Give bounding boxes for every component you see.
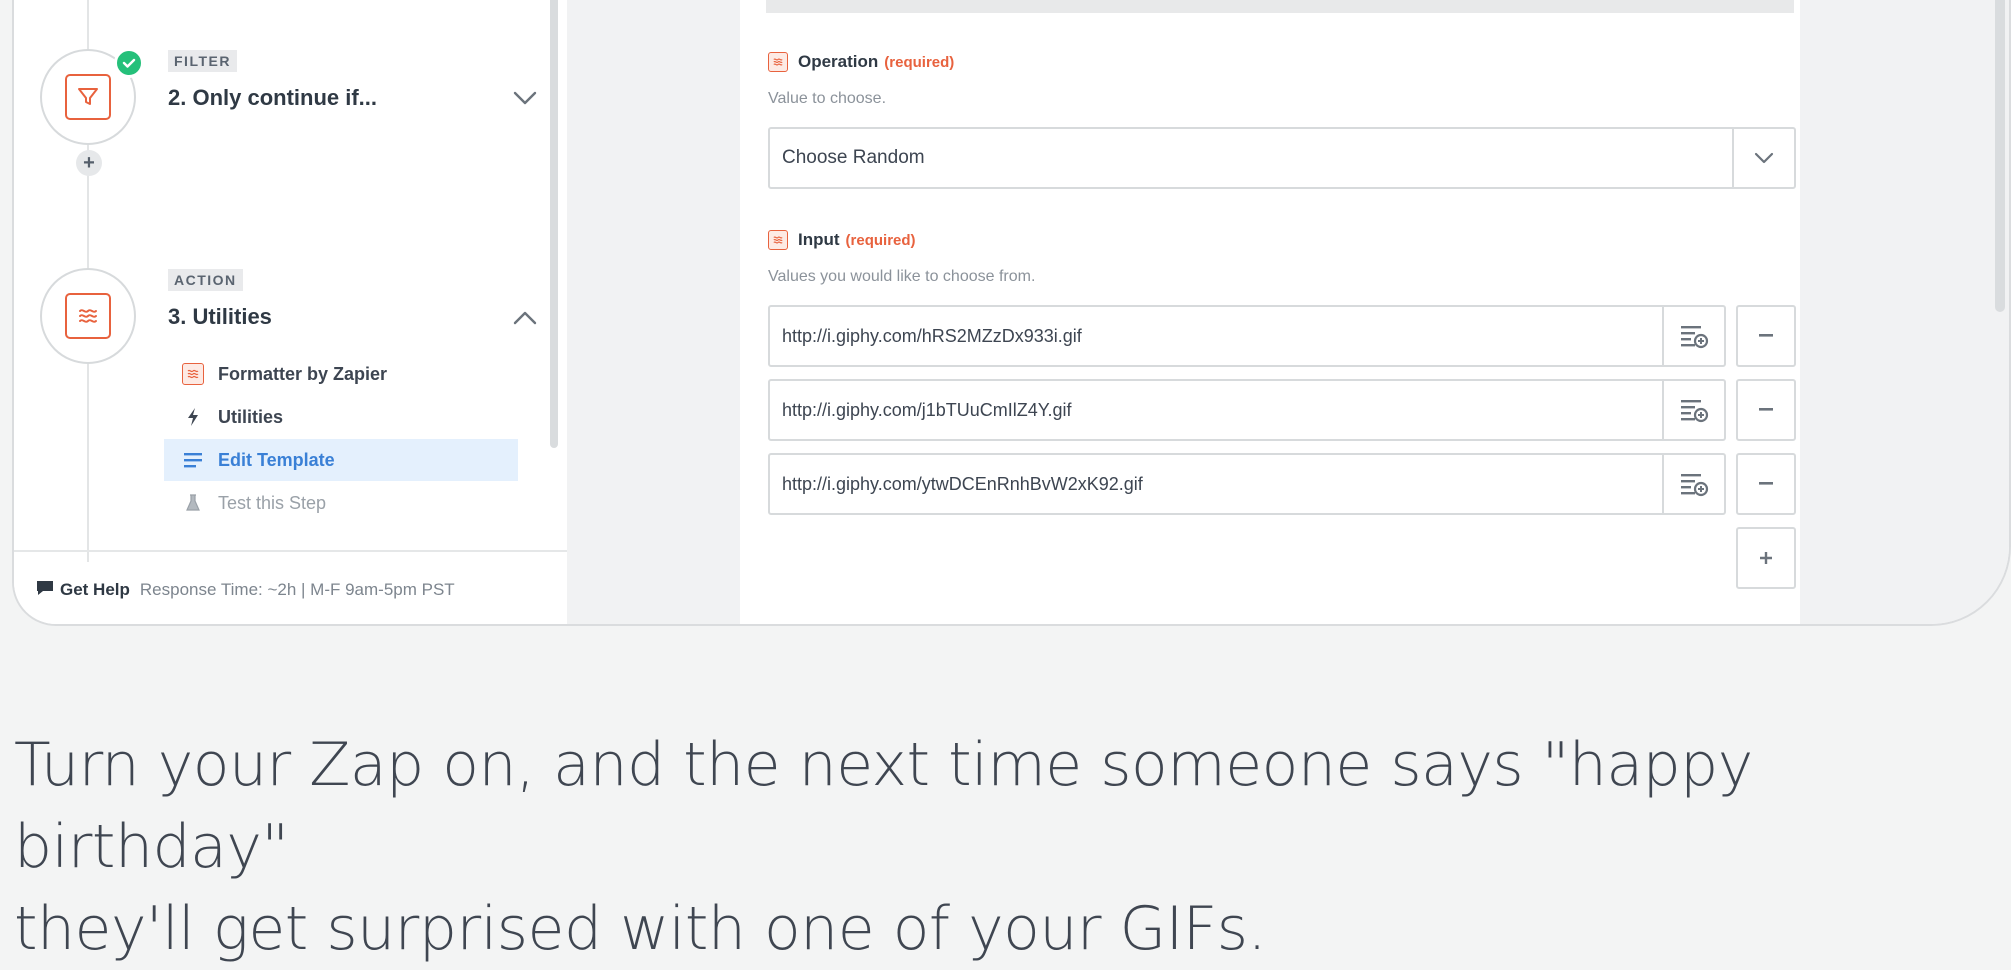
- insert-field-icon[interactable]: [1662, 381, 1724, 439]
- field-label-text: Operation: [798, 52, 879, 71]
- completed-check-icon: [114, 48, 144, 78]
- step-type-tag: ACTION: [168, 269, 243, 291]
- insert-field-icon[interactable]: [1662, 307, 1724, 365]
- sub-item-label: Edit Template: [218, 449, 335, 470]
- sub-item-test-step[interactable]: Test this Step: [164, 482, 518, 524]
- operation-label: Operation (required): [768, 52, 954, 72]
- filter-icon: [65, 74, 111, 120]
- input-value-text: http://i.giphy.com/ytwDCEnRnhBvW2xK92.gi…: [782, 473, 1143, 494]
- input-value-row: http://i.giphy.com/j1bTUuCmIlZ4Y.gif: [768, 379, 1796, 441]
- operation-select[interactable]: Choose Random: [768, 127, 1796, 189]
- remove-value-button[interactable]: [1736, 453, 1796, 515]
- insert-field-icon[interactable]: [1662, 455, 1724, 513]
- input-value-text: http://i.giphy.com/j1bTUuCmIlZ4Y.gif: [782, 399, 1072, 420]
- remove-value-button[interactable]: [1736, 305, 1796, 367]
- previous-field-strip: [766, 0, 1794, 13]
- get-help-link[interactable]: Get Help: [60, 580, 130, 600]
- chevron-up-icon[interactable]: [512, 310, 538, 331]
- formatter-icon: [768, 52, 788, 72]
- add-value-button[interactable]: [1736, 527, 1796, 589]
- sub-item-label: Formatter by Zapier: [218, 363, 388, 384]
- input-help-text: Values you would like to choose from.: [768, 268, 1036, 285]
- flask-icon: [182, 494, 204, 512]
- input-value-row: http://i.giphy.com/hRS2MZzDx933i.gif: [768, 305, 1796, 367]
- caption-line: Turn your Zap on, and the next time some…: [14, 730, 1753, 882]
- help-bar: Get Help Response Time: ~2h | M-F 9am-5p…: [14, 550, 567, 624]
- operation-select-value: Choose Random: [782, 147, 925, 168]
- response-time: Response Time: ~2h | M-F 9am-5pm PST: [139, 580, 455, 599]
- formatter-icon: [65, 293, 111, 339]
- remove-value-button[interactable]: [1736, 379, 1796, 441]
- required-marker: (required): [884, 53, 955, 71]
- sub-item-formatter[interactable]: Formatter by Zapier: [164, 353, 518, 395]
- formatter-icon: [768, 230, 788, 250]
- chevron-down-icon[interactable]: [512, 90, 538, 111]
- caption-line: they'll get surprised with one of your G…: [14, 894, 1267, 964]
- main-scrollbar[interactable]: [1995, 0, 2005, 312]
- sub-item-label: Utilities: [218, 406, 284, 427]
- caption-text: Turn your Zap on, and the next time some…: [14, 724, 2004, 970]
- sub-item-label: Test this Step: [218, 492, 327, 513]
- input-value-field[interactable]: http://i.giphy.com/hRS2MZzDx933i.gif: [768, 305, 1726, 367]
- sidebar: FILTER 2. Only continue if... + ACTION 3…: [14, 0, 567, 624]
- sub-item-utilities[interactable]: Utilities: [164, 396, 518, 438]
- sub-item-edit-template[interactable]: Edit Template: [164, 439, 518, 481]
- list-icon: [182, 452, 204, 468]
- step-title[interactable]: 3. Utilities: [168, 304, 272, 330]
- action-step-circle[interactable]: [40, 268, 136, 364]
- input-value-text: http://i.giphy.com/hRS2MZzDx933i.gif: [782, 325, 1082, 346]
- chat-icon: [36, 580, 54, 601]
- input-value-field[interactable]: http://i.giphy.com/j1bTUuCmIlZ4Y.gif: [768, 379, 1726, 441]
- step-title[interactable]: 2. Only continue if...: [168, 85, 377, 111]
- required-marker: (required): [845, 231, 916, 249]
- chevron-down-icon[interactable]: [1732, 129, 1794, 187]
- step-type-tag: FILTER: [168, 50, 237, 72]
- operation-help-text: Value to choose.: [768, 90, 887, 107]
- lightning-icon: [182, 407, 204, 427]
- sidebar-scrollbar[interactable]: [550, 0, 558, 448]
- app-frame: FILTER 2. Only continue if... + ACTION 3…: [12, 0, 2011, 626]
- add-step-icon[interactable]: +: [76, 150, 102, 176]
- formatter-icon: [182, 363, 204, 385]
- input-value-field[interactable]: http://i.giphy.com/ytwDCEnRnhBvW2xK92.gi…: [768, 453, 1726, 515]
- input-label: Input (required): [768, 230, 916, 250]
- field-label-text: Input: [798, 230, 840, 249]
- input-value-row: http://i.giphy.com/ytwDCEnRnhBvW2xK92.gi…: [768, 453, 1796, 515]
